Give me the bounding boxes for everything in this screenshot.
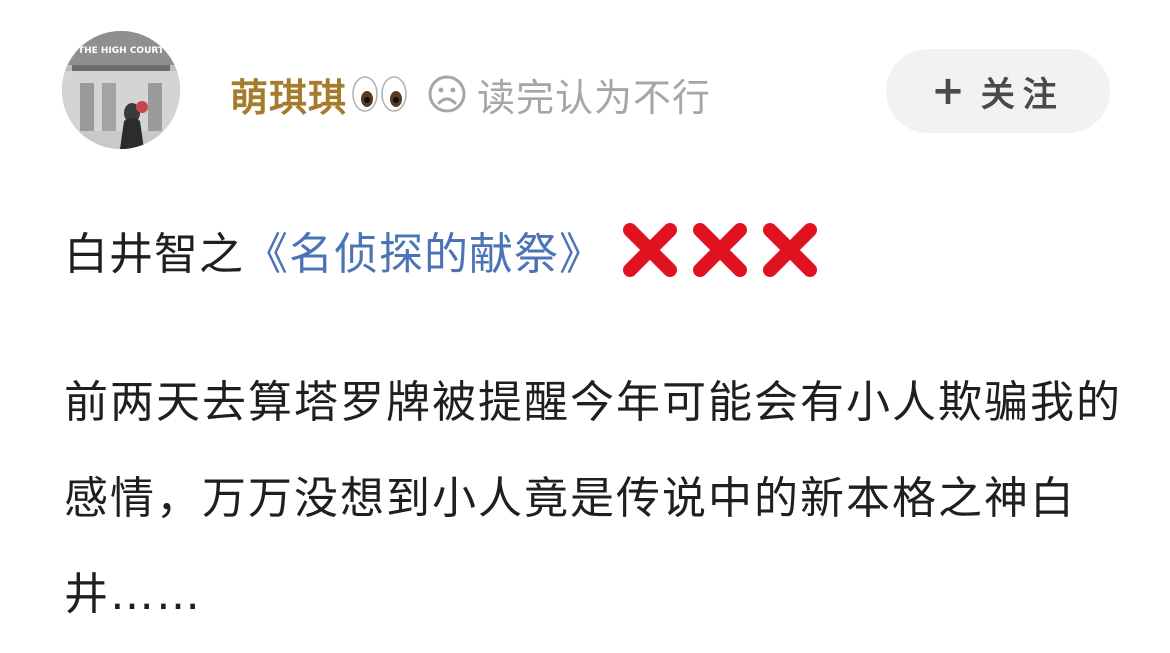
follow-button[interactable]: + 关注 (886, 49, 1110, 133)
follow-label: 关注 (980, 74, 1065, 115)
cross-mark-icon (620, 220, 680, 280)
author-name: 白井智之 (64, 229, 244, 280)
username[interactable]: 萌琪琪 (230, 67, 347, 122)
post-header: THE HIGH COURT 萌琪琪 读完认为不行 + 关注 (0, 0, 1170, 190)
post-title: 白井智之 《名侦探的献祭》 (64, 214, 820, 286)
sad-face-icon (427, 74, 467, 114)
avatar[interactable]: THE HIGH COURT (62, 31, 180, 149)
user-info: 萌琪琪 读完认为不行 (230, 66, 711, 122)
plus-icon: + (931, 68, 965, 114)
cross-mark-icon (690, 220, 750, 280)
cross-mark-icon (760, 220, 820, 280)
book-title-link[interactable]: 《名侦探的献祭》 (244, 218, 604, 282)
avatar-image: THE HIGH COURT (62, 31, 180, 149)
avatar-caption: THE HIGH COURT (78, 46, 165, 56)
post-body: 前两天去算塔罗牌被提醒今年可能会有小人欺骗我的感情，万万没想到小人竟是传说中的新… (64, 377, 1122, 620)
reading-status: 读完认为不行 (477, 75, 712, 120)
eyes-emoji-icon (351, 74, 409, 114)
rating-marks (620, 220, 820, 280)
